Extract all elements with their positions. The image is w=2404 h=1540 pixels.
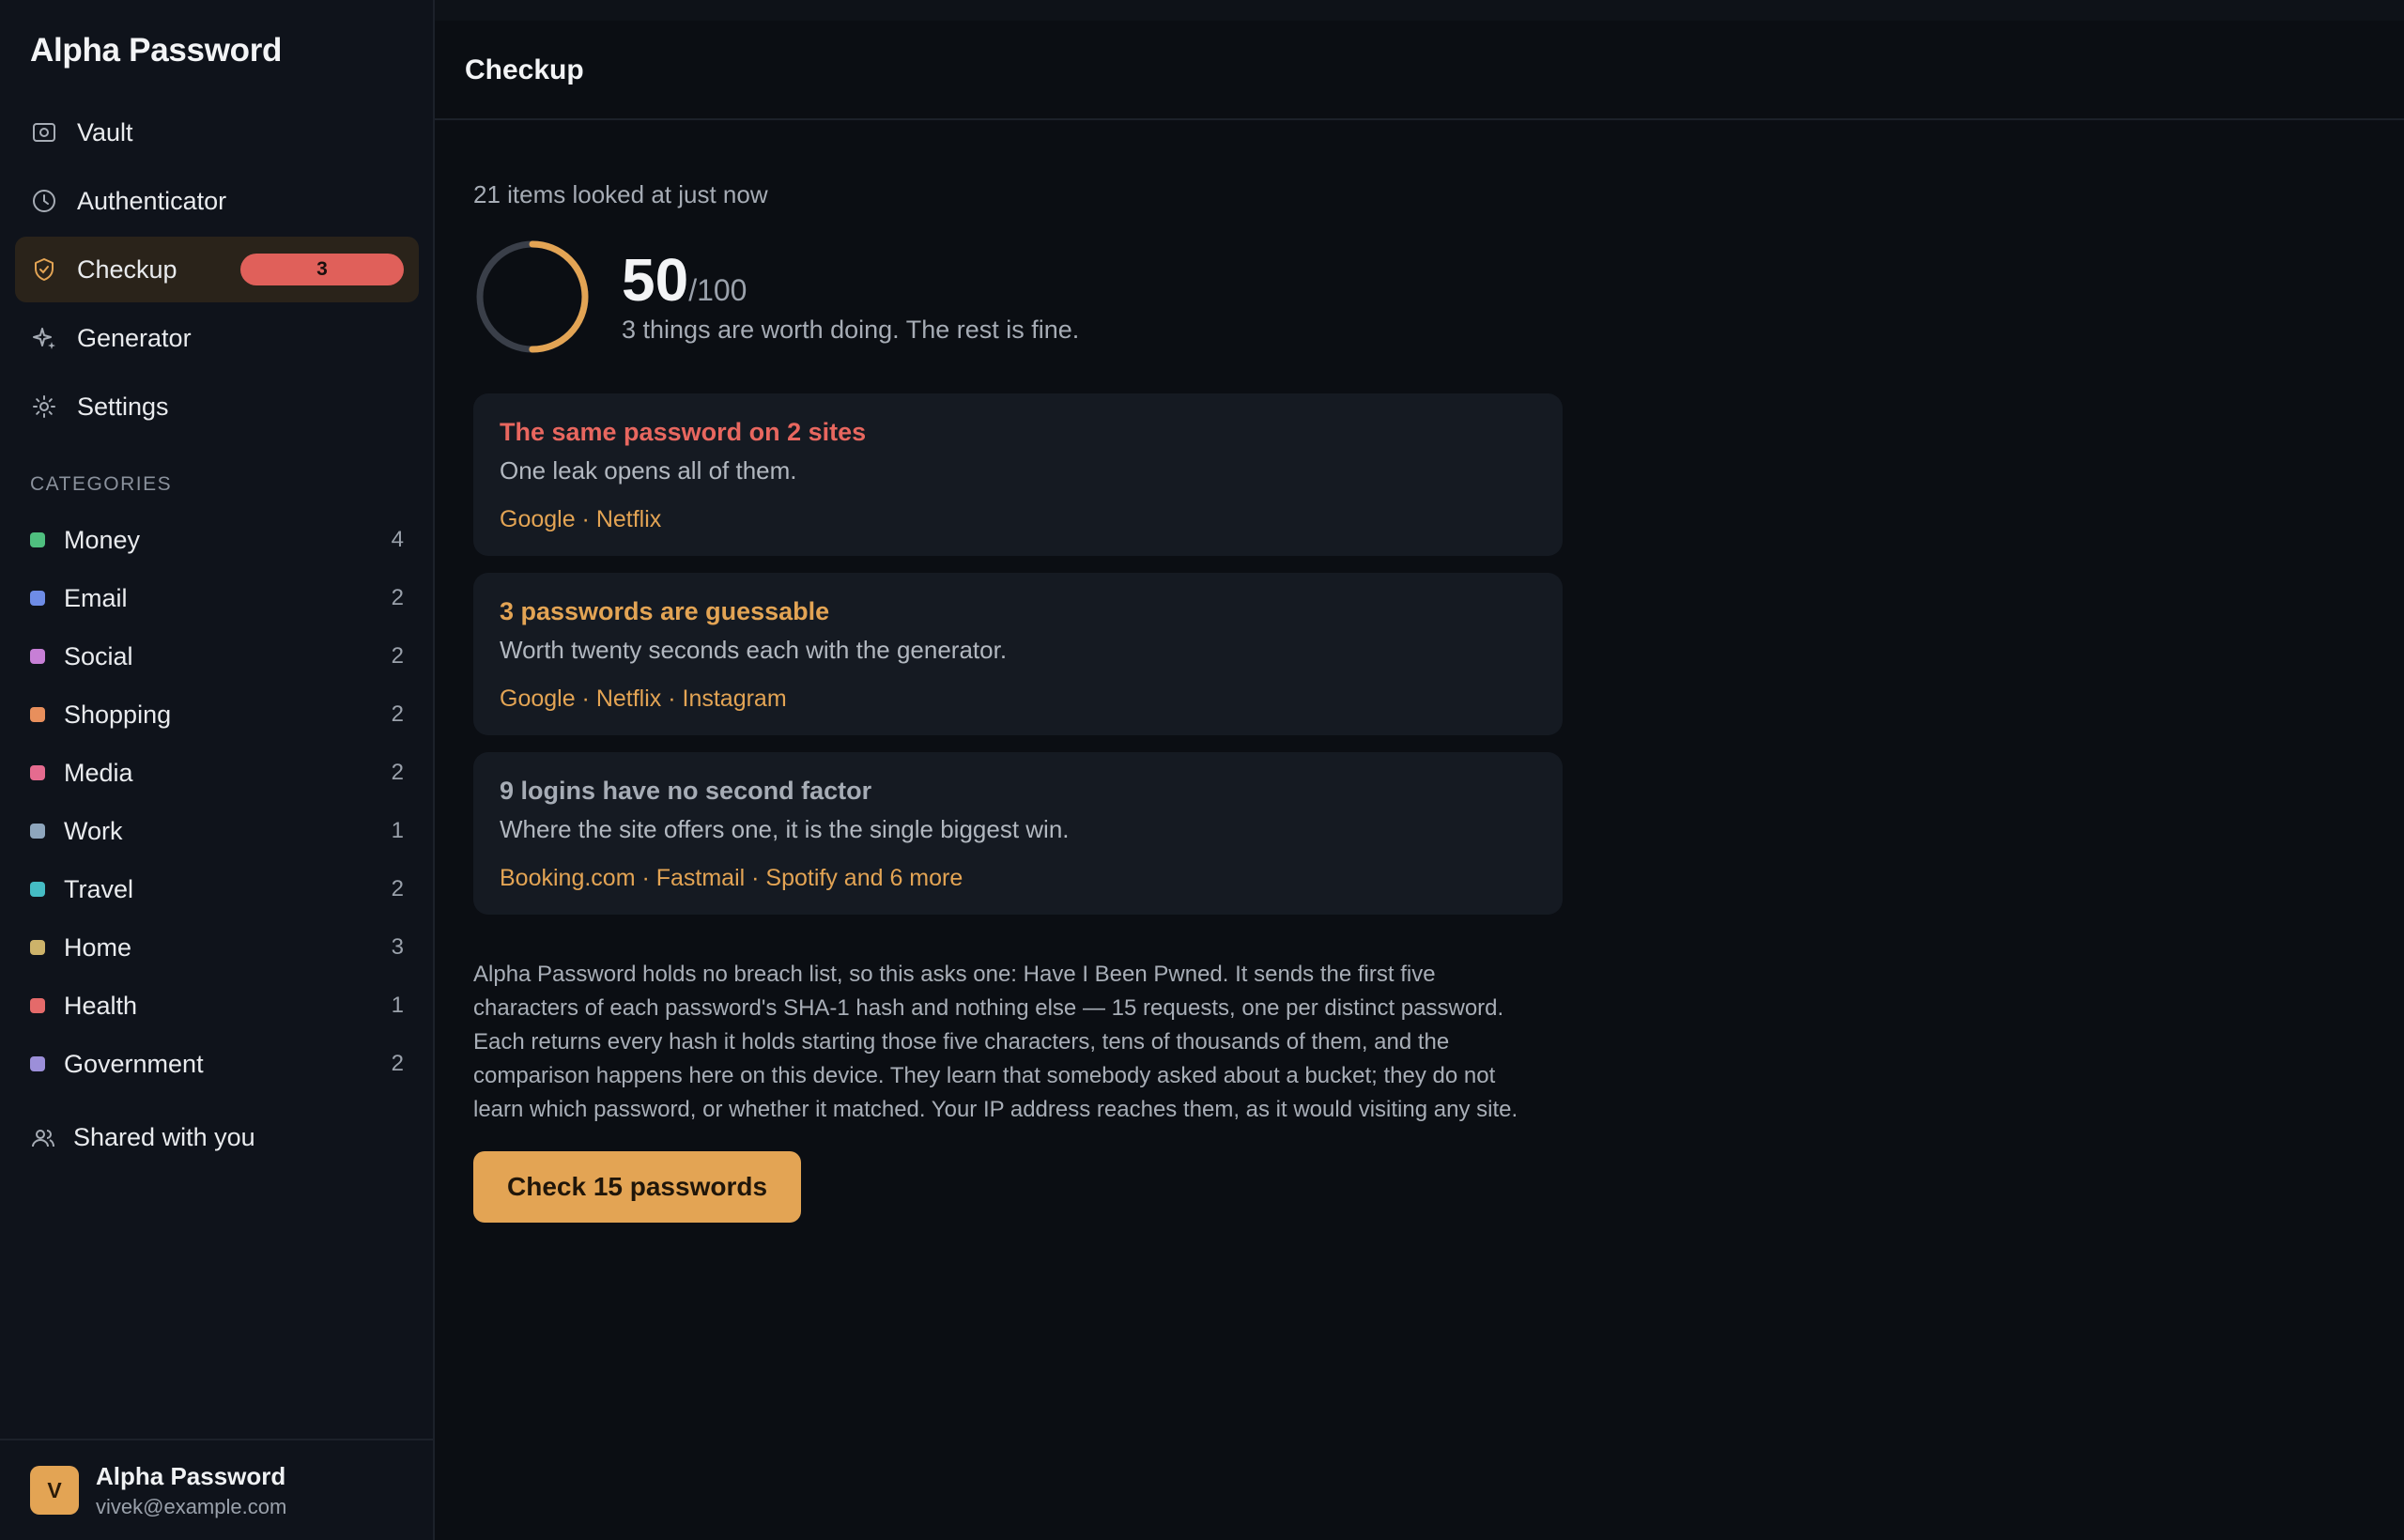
breach-check-explanation: Alpha Password holds no breach list, so … [473,962,1518,1122]
category-social[interactable]: Social 2 [30,627,404,685]
category-label: Media [64,758,133,787]
issues-badge: 3 [240,254,404,285]
page-title: Checkup [465,54,584,85]
category-work[interactable]: Work 1 [30,802,404,860]
shared-label: Shared with you [73,1123,255,1151]
avatar: V [30,1466,79,1515]
category-media[interactable]: Media 2 [30,744,404,802]
issue-affected-sites[interactable]: Google · Netflix [500,506,1536,533]
issue-title: 9 logins have no second factor [500,777,872,805]
category-shopping[interactable]: Shopping 2 [30,685,404,744]
nav-item-label: Vault [77,117,133,146]
score-ring [476,240,589,353]
shield-check-icon [30,255,58,284]
issue-description: Where the site offers one, it is the sin… [500,815,1070,843]
issue-description: Worth twenty seconds each with the gener… [500,636,1008,664]
score-row: 50/100 3 things are worth doing. The res… [473,238,1544,356]
account-footer[interactable]: V Alpha Password vivek@example.com [0,1439,433,1540]
nav-item-vault[interactable]: Vault [15,100,419,165]
category-color-dot [30,1056,45,1071]
category-label: Email [64,583,128,612]
clock-icon [30,187,58,215]
issue-cards: The same password on 2 sites One leak op… [473,393,1563,915]
category-count: 1 [391,818,404,843]
category-label: Money [64,525,141,554]
category-color-dot [30,882,45,897]
nav-item-generator[interactable]: Generator [15,305,419,371]
category-color-dot [30,940,45,955]
category-color-dot [30,649,45,664]
issue-description: One leak opens all of them. [500,456,797,485]
nav-item-label: Checkup [77,254,177,284]
category-home[interactable]: Home 3 [30,918,404,977]
category-count: 4 [391,527,404,552]
category-travel[interactable]: Travel 2 [30,860,404,918]
category-color-dot [30,765,45,780]
nav-item-checkup[interactable]: Checkup 3 [15,237,419,302]
score-value: 50 [622,245,689,314]
issue-affected-sites[interactable]: Booking.com · Fastmail · Spotify and 6 m… [500,865,1536,892]
category-count: 2 [391,1051,404,1076]
issue-card-2fa[interactable]: 9 logins have no second factor Where the… [473,752,1563,915]
category-count: 2 [391,643,404,669]
nav-item-label: Settings [77,392,169,421]
category-health[interactable]: Health 1 [30,977,404,1035]
scan-status: 21 items looked at just now [473,180,768,208]
nav-item-authenticator[interactable]: Authenticator [15,168,419,234]
category-color-dot [30,998,45,1013]
topbar: Checkup [435,0,2404,120]
categories-list: Money 4 Email 2 Social 2 Shopping 2 Medi… [30,511,404,1093]
category-color-dot [30,824,45,839]
category-label: Travel [64,874,134,903]
category-label: Shopping [64,700,172,729]
main-nav: Vault Authenticator Checkup 3 Generator [15,100,419,442]
categories-heading: CATEGORIES [30,473,173,495]
category-government[interactable]: Government 2 [30,1035,404,1093]
account-email: vivek@example.com [96,1494,287,1518]
vault-icon [30,118,58,146]
category-label: Health [64,991,138,1020]
category-color-dot [30,591,45,606]
category-count: 2 [391,585,404,610]
category-count: 2 [391,701,404,727]
category-money[interactable]: Money 4 [30,511,404,569]
sparkle-icon [30,324,58,352]
category-color-dot [30,707,45,722]
score-max: /100 [688,272,747,307]
category-label: Work [64,816,123,845]
nav-item-label: Generator [77,323,192,352]
issue-affected-sites[interactable]: Google · Netflix · Instagram [500,685,1536,713]
nav-item-settings[interactable]: Settings [15,374,419,439]
category-count: 1 [391,993,404,1018]
issue-card-reused[interactable]: The same password on 2 sites One leak op… [473,393,1563,556]
category-label: Government [64,1049,204,1078]
nav-item-label: Authenticator [77,186,227,215]
account-name: Alpha Password [96,1461,286,1490]
category-count: 2 [391,760,404,785]
issue-title: The same password on 2 sites [500,418,867,446]
category-label: Home [64,932,132,962]
main-panel: Checkup 21 items looked at just now 50/1… [435,0,2404,1540]
issue-title: 3 passwords are guessable [500,597,830,625]
category-count: 3 [391,934,404,960]
app-window: Alpha Password Vault Authenticator Check… [0,0,2404,1540]
score-summary: 3 things are worth doing. The rest is fi… [622,315,1080,344]
category-email[interactable]: Email 2 [30,569,404,627]
category-label: Social [64,641,133,670]
category-count: 2 [391,876,404,901]
issue-card-weak[interactable]: 3 passwords are guessable Worth twenty s… [473,573,1563,735]
gear-icon [30,393,58,421]
checkup-content: 21 items looked at just now 50/100 3 thi… [473,180,1563,1223]
check-passwords-button[interactable]: Check 15 passwords [473,1151,802,1223]
sidebar: Alpha Password Vault Authenticator Check… [0,0,435,1540]
shared-with-you[interactable]: Shared with you [30,1123,255,1152]
category-color-dot [30,532,45,547]
people-icon [30,1124,58,1152]
app-title: Alpha Password [30,32,283,69]
